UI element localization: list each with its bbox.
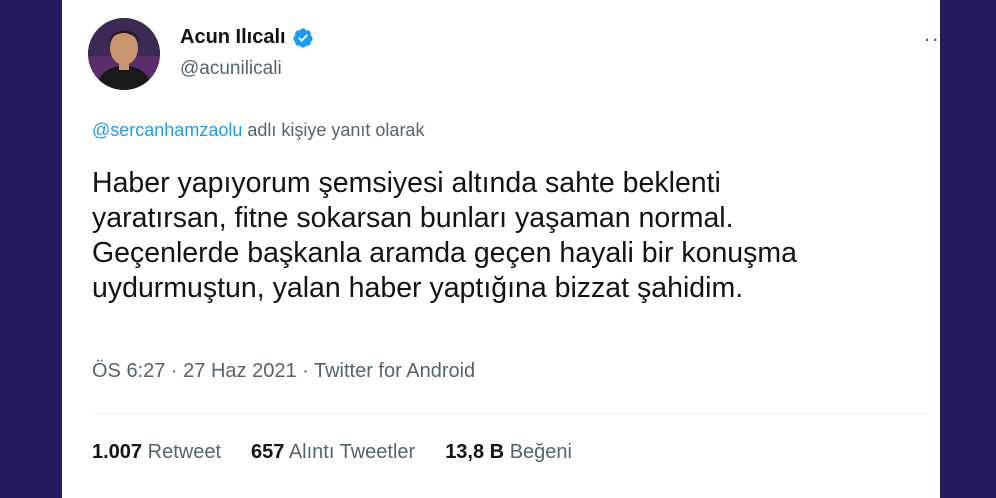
like-stat[interactable]: 13,8 B Beğeni	[445, 441, 572, 464]
quote-count: 657	[251, 441, 285, 463]
like-label: Beğeni	[509, 441, 572, 463]
tweet-line: yaratırsan, fitne sokarsan bunları yaşam…	[92, 202, 734, 234]
tweet-stats: 1.007 Retweet 657 Alıntı Tweetler 13,8 B…	[92, 441, 572, 464]
quote-stat[interactable]: 657 Alıntı Tweetler	[251, 441, 415, 464]
retweet-label: Retweet	[147, 441, 221, 463]
author-handle[interactable]: @acunilicali	[180, 58, 282, 80]
like-count: 13,8 B	[445, 441, 505, 463]
avatar[interactable]	[88, 18, 160, 90]
background-left	[0, 0, 62, 498]
reply-context: @sercanhamzaolu adlı kişiye yanıt olarak	[92, 120, 424, 141]
quote-label: Alıntı Tweetler	[288, 441, 416, 463]
tweet-timestamp[interactable]: ÖS 6:27 · 27 Haz 2021 · Twitter for Andr…	[92, 360, 475, 383]
author-display-name[interactable]: Acun Ilıcalı	[180, 26, 286, 49]
tweet-line: uydurmuştun, yalan haber yaptığına bizza…	[92, 272, 744, 304]
verified-badge-icon	[292, 27, 313, 48]
background-right	[940, 0, 996, 498]
tweet-line: Haber yapıyorum şemsiyesi altında sahte …	[92, 167, 721, 199]
tweet-line: Geçenlerde başkanla aramda geçen hayali …	[92, 237, 797, 269]
reply-context-text: adlı kişiye yanıt olarak	[242, 120, 425, 140]
divider	[92, 413, 940, 414]
reply-user-link[interactable]: @sercanhamzaolu	[92, 120, 242, 140]
tweet-text: Haber yapıyorum şemsiyesi altında sahte …	[92, 166, 937, 306]
tweet-card: Acun Ilıcalı @acunilicali ·· @sercanhamz…	[62, 0, 940, 498]
person-portrait-icon	[88, 18, 160, 90]
retweet-count: 1.007	[92, 441, 143, 463]
more-options-icon[interactable]: ··	[923, 26, 940, 52]
retweet-stat[interactable]: 1.007 Retweet	[92, 441, 221, 464]
